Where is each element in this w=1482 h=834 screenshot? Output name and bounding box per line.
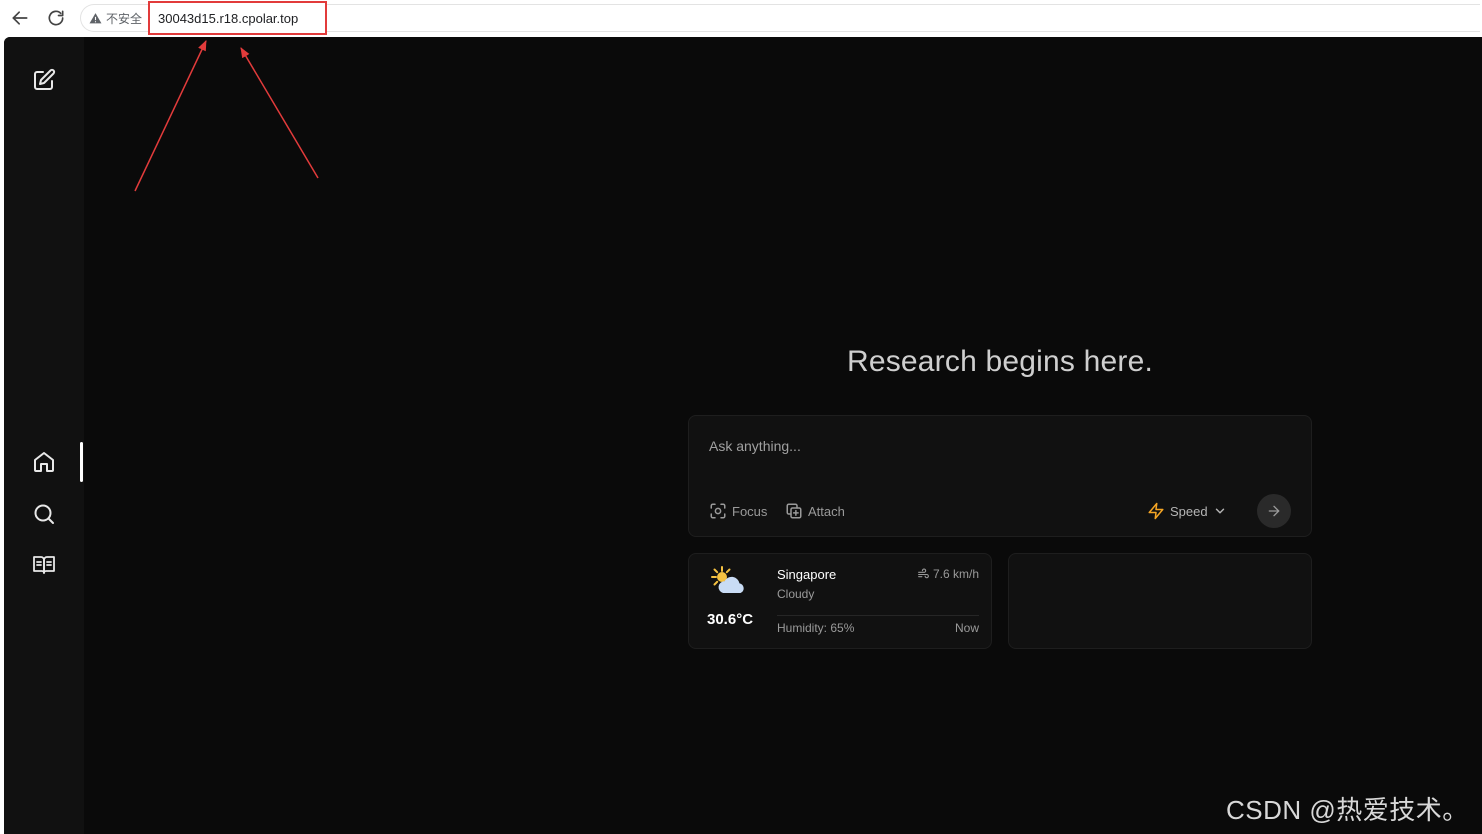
- focus-label: Focus: [732, 503, 768, 519]
- focus-button[interactable]: Focus: [709, 500, 767, 522]
- arrow-left-icon: [12, 11, 28, 25]
- reload-icon: [48, 10, 64, 26]
- back-button[interactable]: [8, 6, 32, 30]
- partly-cloudy-icon: [711, 566, 744, 593]
- weather-wind: 7.6 km/h: [917, 567, 979, 581]
- sidebar-item-home[interactable]: [32, 450, 56, 474]
- url-value: 30043d15.r18.cpolar.top: [158, 10, 299, 26]
- attach-label: Attach: [808, 503, 845, 519]
- lightning-icon: [1148, 502, 1164, 520]
- focus-scan-icon: [710, 503, 726, 519]
- sidebar: [4, 37, 84, 834]
- search-box: Focus Attach Speed: [688, 415, 1312, 537]
- news-widget-placeholder: [1008, 553, 1312, 649]
- weather-divider: [777, 615, 979, 616]
- wind-icon: [918, 568, 929, 578]
- home-icon: [34, 452, 54, 472]
- app-window: Research begins here. Focus Attach: [4, 37, 1482, 834]
- book-open-icon: [33, 556, 55, 574]
- attach-button[interactable]: Attach: [785, 500, 845, 522]
- weather-city: Singapore: [777, 567, 837, 582]
- warning-icon: [89, 12, 102, 23]
- sidebar-item-library[interactable]: [32, 553, 56, 577]
- page-title: Research begins here.: [846, 345, 1154, 378]
- watermark: CSDN @热爱技术。: [1226, 795, 1469, 825]
- pencil-square-icon: [34, 68, 56, 90]
- active-indicator: [80, 442, 83, 482]
- speed-label: Speed: [1170, 503, 1208, 519]
- submit-button[interactable]: [1257, 494, 1291, 528]
- speed-mode-select[interactable]: Speed: [1147, 500, 1227, 522]
- chevron-down-icon: [1215, 508, 1224, 514]
- search-input[interactable]: [709, 434, 1289, 458]
- attach-plus-icon: [786, 503, 802, 519]
- weather-time: Now: [954, 621, 979, 635]
- new-thread-button[interactable]: [32, 68, 56, 92]
- weather-temperature: 30.6°C: [707, 611, 754, 628]
- browser-toolbar: 不安全 30043d15.r18.cpolar.top: [0, 0, 1482, 36]
- reload-button[interactable]: [44, 6, 68, 30]
- wind-speed: 7.6 km/h: [932, 567, 979, 581]
- security-label: 不安全: [106, 11, 143, 26]
- search-icon: [34, 504, 54, 524]
- weather-widget[interactable]: 30.6°C Singapore Cloudy 7.6 km/h Humidit…: [688, 553, 992, 649]
- weather-condition: Cloudy: [777, 587, 815, 601]
- weather-humidity: Humidity: 65%: [777, 621, 855, 635]
- url-text[interactable]: 30043d15.r18.cpolar.top: [148, 1, 327, 35]
- arrow-right-icon: [1268, 505, 1280, 517]
- sidebar-item-discover[interactable]: [32, 502, 56, 526]
- security-indicator[interactable]: 不安全: [89, 5, 142, 31]
